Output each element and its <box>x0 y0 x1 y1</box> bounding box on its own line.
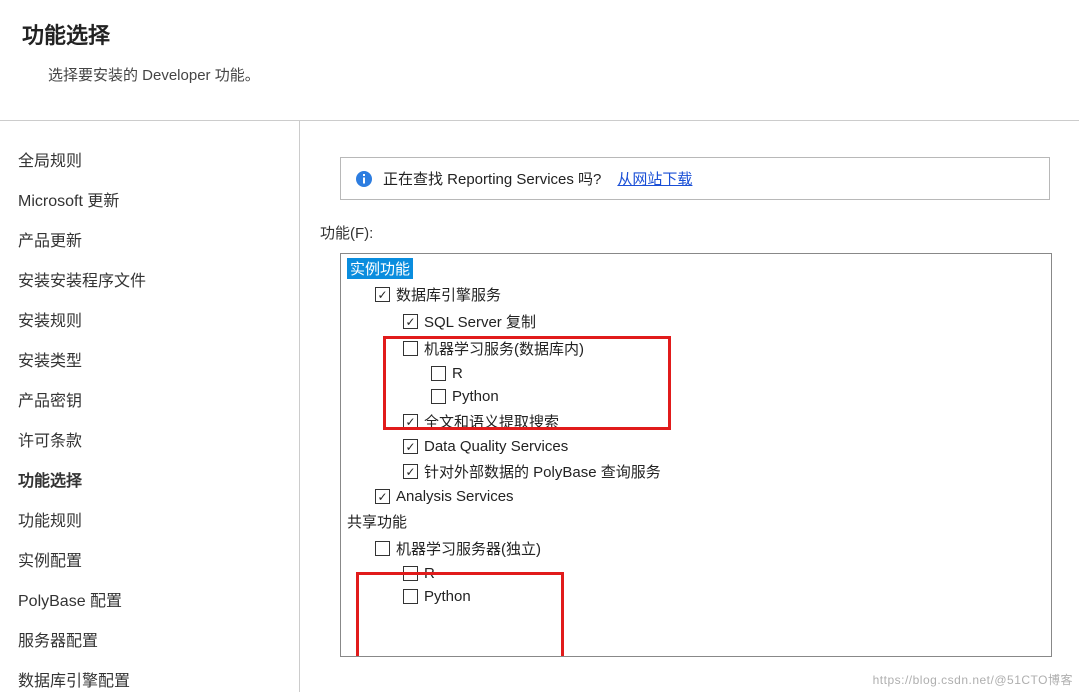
checkbox-fulltext[interactable] <box>403 414 418 429</box>
feature-ml-in-db[interactable]: 机器学习服务(数据库内) <box>403 335 1045 362</box>
info-icon <box>355 170 373 188</box>
checkbox-dqs[interactable] <box>403 439 418 454</box>
feature-label: Python <box>424 588 471 605</box>
feature-python-in-db[interactable]: Python <box>431 385 1045 408</box>
step-microsoft-update[interactable]: Microsoft 更新 <box>18 179 299 219</box>
feature-label: R <box>452 365 463 382</box>
wizard-header: 功能选择 选择要安装的 Developer 功能。 <box>0 0 1079 121</box>
tree-root-instance-features[interactable]: 实例功能 <box>347 258 413 279</box>
main-panel: 正在查找 Reporting Services 吗? 从网站下载 功能(F): … <box>300 121 1079 692</box>
checkbox-python-in-db[interactable] <box>431 389 446 404</box>
feature-label: Data Quality Services <box>424 438 568 455</box>
feature-r-standalone[interactable]: R <box>403 562 1045 585</box>
watermark: https://blog.csdn.net/@51CTO博客 <box>873 671 1073 688</box>
step-product-key[interactable]: 产品密钥 <box>18 379 299 419</box>
step-global-rules[interactable]: 全局规则 <box>18 139 299 179</box>
feature-label: Analysis Services <box>396 488 514 505</box>
features-label: 功能(F): <box>320 222 1079 243</box>
feature-label: Python <box>452 388 499 405</box>
step-install-rules[interactable]: 安装规则 <box>18 299 299 339</box>
checkbox-r-standalone[interactable] <box>403 566 418 581</box>
page-title: 功能选择 <box>22 18 1079 50</box>
checkbox-python-standalone[interactable] <box>403 589 418 604</box>
checkbox-ml-in-db[interactable] <box>403 341 418 356</box>
feature-label: 针对外部数据的 PolyBase 查询服务 <box>424 461 661 482</box>
wizard-steps-sidebar: 全局规则 Microsoft 更新 产品更新 安装安装程序文件 安装规则 安装类… <box>0 121 300 692</box>
step-feature-selection[interactable]: 功能选择 <box>18 459 299 499</box>
step-product-update[interactable]: 产品更新 <box>18 219 299 259</box>
feature-label: 机器学习服务(数据库内) <box>424 338 584 359</box>
step-server-config[interactable]: 服务器配置 <box>18 619 299 659</box>
step-instance-config[interactable]: 实例配置 <box>18 539 299 579</box>
feature-label: 全文和语义提取搜索 <box>424 411 559 432</box>
checkbox-r-in-db[interactable] <box>431 366 446 381</box>
step-install-setup-files[interactable]: 安装安装程序文件 <box>18 259 299 299</box>
feature-label: 机器学习服务器(独立) <box>396 538 541 559</box>
checkbox-polybase[interactable] <box>403 464 418 479</box>
feature-polybase[interactable]: 针对外部数据的 PolyBase 查询服务 <box>403 458 1045 485</box>
feature-label: SQL Server 复制 <box>424 311 536 332</box>
step-db-engine-config[interactable]: 数据库引擎配置 <box>18 659 299 692</box>
checkbox-replication[interactable] <box>403 314 418 329</box>
feature-label: R <box>424 565 435 582</box>
checkbox-ml-standalone[interactable] <box>375 541 390 556</box>
step-polybase-config[interactable]: PolyBase 配置 <box>18 579 299 619</box>
feature-tree: 实例功能 数据库引擎服务 SQL Server 复制 机器学习服务(数据库内) … <box>340 253 1052 657</box>
feature-replication[interactable]: SQL Server 复制 <box>403 308 1045 335</box>
tree-root-shared-features[interactable]: 共享功能 <box>347 508 1045 535</box>
step-feature-rules[interactable]: 功能规则 <box>18 499 299 539</box>
feature-label: 数据库引擎服务 <box>396 284 501 305</box>
feature-dqs[interactable]: Data Quality Services <box>403 435 1045 458</box>
feature-db-engine[interactable]: 数据库引擎服务 <box>375 281 1045 308</box>
info-text: 正在查找 Reporting Services 吗? <box>383 168 601 189</box>
step-install-type[interactable]: 安装类型 <box>18 339 299 379</box>
checkbox-db-engine[interactable] <box>375 287 390 302</box>
feature-analysis-services[interactable]: Analysis Services <box>375 485 1045 508</box>
download-link[interactable]: 从网站下载 <box>617 168 692 189</box>
page-subtitle: 选择要安装的 Developer 功能。 <box>48 64 1079 85</box>
feature-r-in-db[interactable]: R <box>431 362 1045 385</box>
feature-python-standalone[interactable]: Python <box>403 585 1045 608</box>
info-bar: 正在查找 Reporting Services 吗? 从网站下载 <box>340 157 1050 200</box>
feature-ml-standalone[interactable]: 机器学习服务器(独立) <box>375 535 1045 562</box>
feature-fulltext[interactable]: 全文和语义提取搜索 <box>403 408 1045 435</box>
feature-label: 共享功能 <box>347 511 407 532</box>
step-license-terms[interactable]: 许可条款 <box>18 419 299 459</box>
checkbox-analysis-services[interactable] <box>375 489 390 504</box>
